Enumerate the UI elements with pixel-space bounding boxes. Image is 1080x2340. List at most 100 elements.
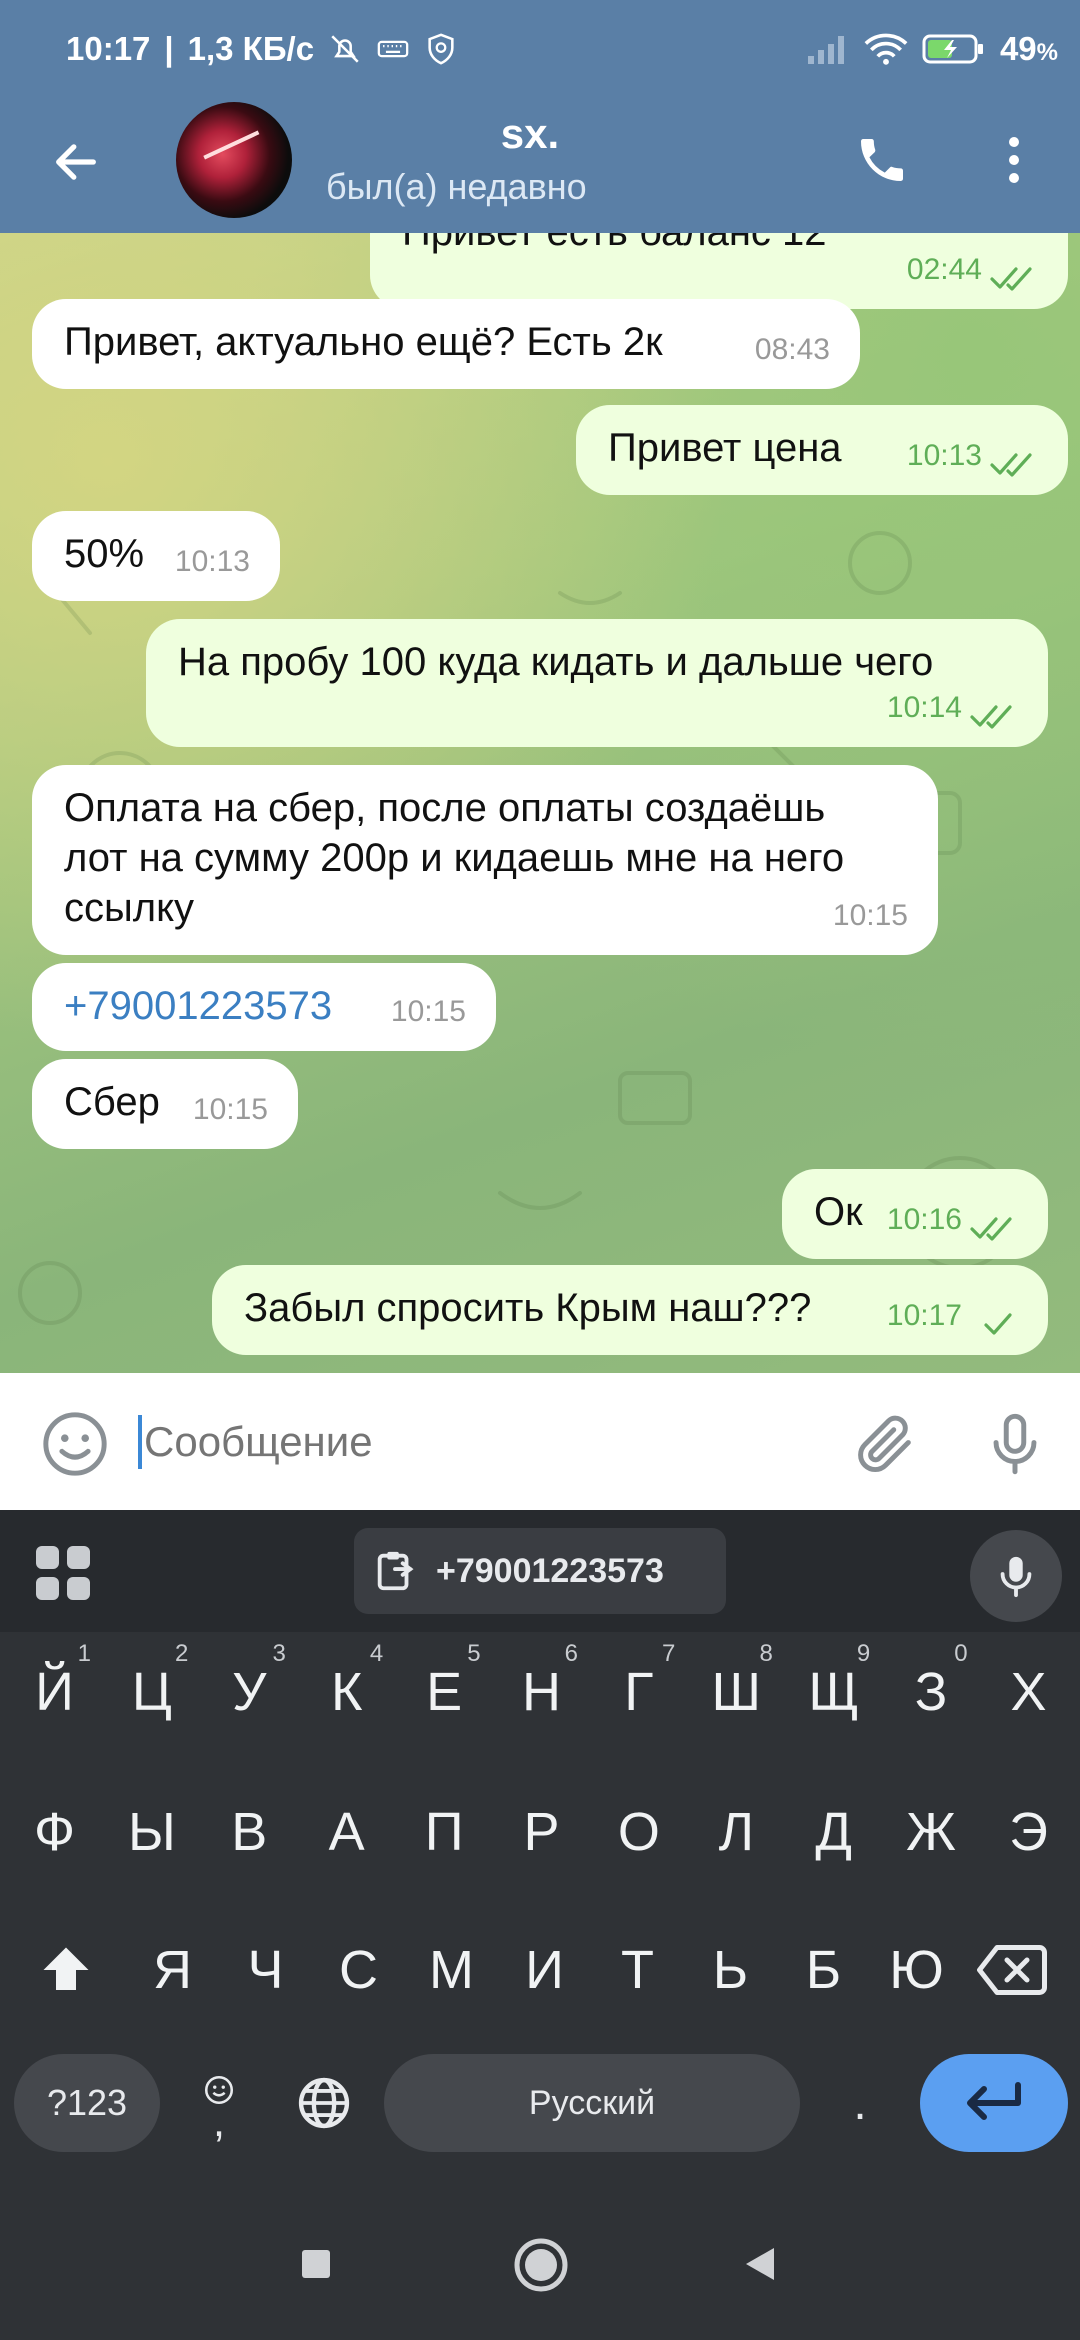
message-bubble[interactable]: 50% 10:13 (32, 511, 280, 601)
status-time: 10:17 (66, 30, 151, 67)
key[interactable]: Ш8 (688, 1632, 785, 1752)
smiley-icon (43, 1412, 107, 1476)
key[interactable]: Б (775, 1910, 872, 2030)
message-text: Привет есть баланс 12 (402, 233, 827, 254)
key-hint-number: 1 (77, 1640, 91, 1667)
voice-record-button[interactable] (980, 1409, 1050, 1479)
key[interactable]: Ж (883, 1772, 980, 1892)
key[interactable]: П (396, 1772, 493, 1892)
key[interactable]: У3 (201, 1632, 298, 1752)
key[interactable]: Е5 (396, 1632, 493, 1752)
key-hint-number: 6 (564, 1640, 578, 1667)
attach-button[interactable] (850, 1409, 920, 1479)
key[interactable]: Ф (6, 1772, 103, 1892)
message-text: 50% (64, 532, 145, 576)
key[interactable]: Х (980, 1632, 1077, 1752)
battery-unit: % (1036, 39, 1058, 66)
keyboard-voice-button[interactable] (970, 1530, 1062, 1622)
message-text: Ок (814, 1190, 863, 1234)
key[interactable]: Э (980, 1772, 1077, 1892)
phone-icon (861, 139, 903, 181)
home-circle-icon (514, 2238, 568, 2292)
backspace-key[interactable] (962, 1910, 1062, 2030)
key[interactable]: Д (785, 1772, 882, 1892)
message-bubble[interactable]: Забыл спросить Крым наш??? 10:17 (212, 1265, 1048, 1355)
key[interactable]: Т (589, 1910, 686, 2030)
message-bubble[interactable]: Привет, актуально ещё? Есть 2к 08:43 (32, 299, 860, 389)
key[interactable]: В (201, 1772, 298, 1892)
key[interactable]: О (590, 1772, 687, 1892)
home-button[interactable] (496, 2220, 586, 2310)
status-bar: 10:17 | 1,3 КБ/с 49% (0, 0, 1080, 98)
double-check-icon (990, 267, 1032, 291)
keyboard: Й1Ц2У3К4Е5Н6Г7Ш8Щ9З0Х ФЫВАПРОЛДЖЭ ЯЧСМИТ… (0, 1632, 1080, 2192)
key-label: Ш (711, 1662, 762, 1722)
message-bubble[interactable]: Ок 10:16 (782, 1169, 1048, 1259)
call-button[interactable] (846, 124, 918, 196)
key[interactable]: К4 (298, 1632, 395, 1752)
message-time: 10:15 (390, 995, 466, 1028)
key[interactable]: М (403, 1910, 500, 2030)
symbols-key[interactable]: ?123 (14, 2054, 160, 2152)
enter-key[interactable] (920, 2054, 1068, 2152)
key-label: Й (35, 1662, 74, 1722)
key[interactable]: Й1 (6, 1632, 103, 1752)
keyboard-status-icon (377, 40, 409, 58)
message-input[interactable] (138, 1411, 824, 1473)
key[interactable]: Я (124, 1910, 221, 2030)
message-text: На пробу 100 куда кидать и дальше чего (178, 640, 934, 684)
clipboard-suggestion-chip[interactable]: +79001223573 (354, 1528, 726, 1614)
key[interactable]: Л (688, 1772, 785, 1892)
message-bubble[interactable]: Оплата на сбер, после оплаты создаёшь ло… (32, 765, 938, 955)
enter-arrow-icon (967, 2082, 1021, 2120)
chat-last-seen: был(а) недавно (326, 166, 587, 207)
key[interactable]: Г7 (590, 1632, 687, 1752)
system-nav-bar (0, 2192, 1080, 2340)
key[interactable]: А (298, 1772, 395, 1892)
battery-icon (922, 34, 983, 64)
key[interactable]: Ю (868, 1910, 965, 2030)
message-bubble[interactable]: Привет цена 10:13 (576, 405, 1068, 495)
emoji-button[interactable] (40, 1409, 110, 1479)
recents-button[interactable] (274, 2222, 358, 2306)
message-text: Сбер (64, 1080, 160, 1124)
message-text: Привет цена (608, 426, 842, 470)
triangle-back-icon (746, 2248, 774, 2280)
message-bubble[interactable]: +79001223573 10:15 (32, 963, 496, 1051)
period-key[interactable]: . (818, 2054, 902, 2152)
key[interactable]: С (310, 1910, 407, 2030)
shift-icon (43, 1947, 89, 1990)
key[interactable]: Ы (103, 1772, 200, 1892)
key[interactable]: Ч (217, 1910, 314, 2030)
message-bubble[interactable]: На пробу 100 куда кидать и дальше чего 1… (146, 619, 1048, 747)
language-key[interactable] (282, 2054, 366, 2152)
more-options-button[interactable] (990, 124, 1038, 196)
emoji-comma-key[interactable]: , (178, 2050, 260, 2160)
keyboard-menu-button[interactable] (30, 1540, 96, 1606)
phone-link[interactable]: +79001223573 (64, 984, 332, 1028)
key[interactable]: Щ9 (785, 1632, 882, 1752)
back-nav-button[interactable] (718, 2222, 802, 2306)
clipboard-paste-icon (377, 1551, 414, 1591)
key-hint-number: 8 (759, 1640, 773, 1667)
key[interactable]: Ц2 (103, 1632, 200, 1752)
key[interactable]: З0 (883, 1632, 980, 1752)
key-hint-number: 4 (369, 1640, 384, 1667)
shift-key[interactable] (16, 1910, 116, 2030)
key[interactable]: И (496, 1910, 593, 2030)
message-text: Забыл спросить Крым наш??? (244, 1286, 812, 1330)
more-vertical-icon (1009, 137, 1019, 183)
key-label: Е (426, 1662, 463, 1722)
message-list[interactable]: Привет есть баланс 12 02:44 Привет, акту… (0, 233, 1080, 1373)
keyboard-toolbar: +79001223573 (0, 1510, 1080, 1632)
key-hint-number: 3 (272, 1640, 286, 1667)
space-key[interactable]: Русский (384, 2054, 800, 2152)
key[interactable]: Р (493, 1772, 590, 1892)
keyboard-row-2: ФЫВАПРОЛДЖЭ (0, 1772, 1080, 1892)
message-bubble[interactable]: Сбер 10:15 (32, 1059, 298, 1149)
message-bubble[interactable]: Привет есть баланс 12 02:44 (370, 233, 1068, 309)
chat-title[interactable]: sx. (501, 110, 559, 157)
key[interactable]: Н6 (493, 1632, 590, 1752)
key[interactable]: Ь (682, 1910, 779, 2030)
key-label: У (232, 1662, 267, 1722)
